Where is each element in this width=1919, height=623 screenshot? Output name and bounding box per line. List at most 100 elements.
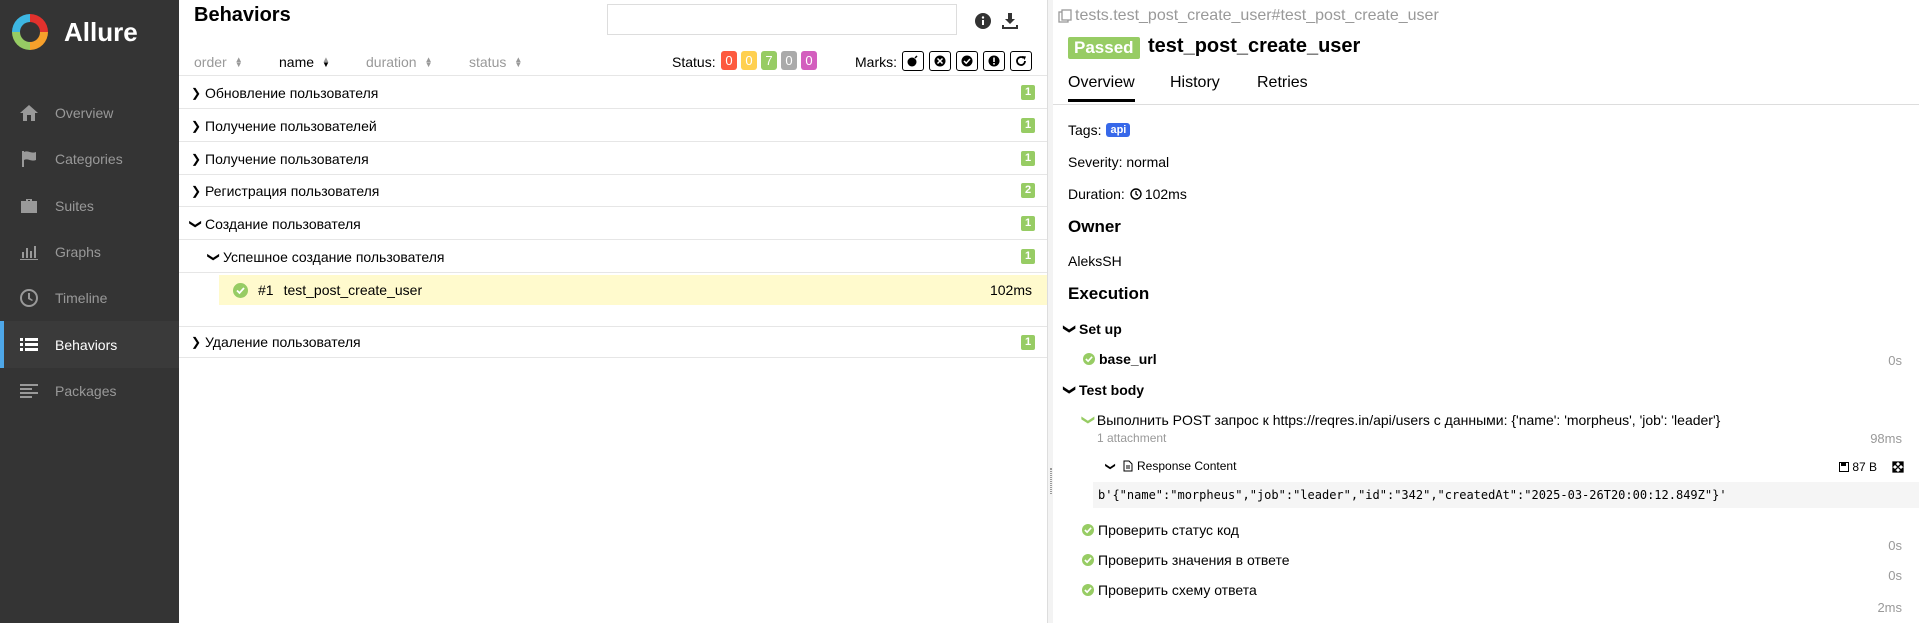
sort-arrows-icon: ▲ ▼ <box>424 55 433 69</box>
briefcase-icon <box>18 196 40 216</box>
step-check-values[interactable]: Проверить значения в ответе <box>1082 552 1290 568</box>
passed-status-icon <box>1083 353 1095 365</box>
save-icon <box>1839 462 1850 472</box>
info-icon[interactable] <box>972 10 994 32</box>
tree-group[interactable]: ❯ Удаление пользователя 1 <box>179 326 1047 358</box>
count-badge: 2 <box>1021 183 1035 198</box>
step-check-status[interactable]: Проверить статус код <box>1082 522 1239 538</box>
brand-name: Allure <box>64 16 138 47</box>
sidebar-item-categories[interactable]: Categories <box>0 136 179 182</box>
tree-group[interactable]: ❯ Обновление пользователя 1 <box>179 77 1047 109</box>
setup-step[interactable]: base_url <box>1083 351 1157 367</box>
status-counter-passed[interactable]: 7 <box>761 51 777 70</box>
new-passed-icon[interactable] <box>956 51 978 71</box>
tree-group[interactable]: ❯ Получение пользователей 1 <box>179 110 1047 142</box>
attachment-size: 87 B <box>1852 460 1877 474</box>
status-counter-skipped[interactable]: 0 <box>781 51 797 70</box>
bar-chart-icon <box>18 242 40 262</box>
chevron-down-icon: ❯ <box>1104 461 1116 471</box>
test-name: test_post_create_user <box>283 282 423 298</box>
attachment-header[interactable]: ❯ Response Content <box>1103 459 1237 473</box>
tree-group-label: Создание пользователя <box>205 215 361 232</box>
sidebar-item-timeline[interactable]: Timeline <box>0 275 179 321</box>
setup-stage[interactable]: ❯ Set up <box>1063 321 1122 337</box>
sidebar-item-suites[interactable]: Suites <box>0 183 179 229</box>
sidebar-item-label: Timeline <box>55 290 108 307</box>
expand-icon[interactable] <box>1892 461 1904 473</box>
tree-group-label: Удаление пользователя <box>205 334 361 350</box>
download-icon[interactable] <box>999 10 1021 32</box>
brand[interactable]: Allure <box>0 0 179 64</box>
sidebar-item-packages[interactable]: Packages <box>0 368 179 414</box>
count-badge: 1 <box>1021 151 1035 166</box>
tree-subgroup-expanded[interactable]: ❯ Успешное создание пользователя 1 <box>179 241 1047 273</box>
sidebar-item-overview[interactable]: Overview <box>0 90 179 136</box>
pane-title: Behaviors <box>194 4 291 26</box>
sidebar: Allure Overview Categories Suites Graphs… <box>0 0 179 623</box>
tab-history[interactable]: History <box>1170 74 1220 92</box>
attachment-count: 1 attachment <box>1097 431 1167 445</box>
tab-retries[interactable]: Retries <box>1257 74 1308 92</box>
retries-icon[interactable] <box>1010 51 1032 71</box>
new-failed-icon[interactable] <box>983 51 1005 71</box>
sort-label: name <box>279 54 315 70</box>
home-icon <box>18 103 40 123</box>
status-counter-broken[interactable]: 0 <box>741 51 757 70</box>
owner-value: AleksSH <box>1068 253 1122 269</box>
step-duration: 0s <box>1888 353 1902 368</box>
chevron-right-icon: ❯ <box>190 118 202 133</box>
test-case-row[interactable]: #1 test_post_create_user 102ms <box>219 275 1047 305</box>
tag-badge[interactable]: api <box>1106 123 1131 137</box>
bomb-icon[interactable] <box>902 51 924 71</box>
tree-group-label: Получение пользователей <box>205 117 377 134</box>
marks-filter-label: Marks: <box>855 54 897 70</box>
tree-group-label: Обновление пользователя <box>205 84 379 101</box>
tree-group[interactable]: ❯ Получение пользователя 1 <box>179 143 1047 175</box>
sort-name[interactable]: name ▲ ▼ <box>279 54 330 70</box>
tab-overview[interactable]: Overview <box>1068 74 1135 102</box>
sidebar-item-graphs[interactable]: Graphs <box>0 229 179 275</box>
step-duration: 0s <box>1888 538 1902 553</box>
tree-group-expanded[interactable]: ❯ Создание пользователя 1 <box>179 208 1047 240</box>
execution-heading: Execution <box>1068 284 1150 303</box>
breadcrumb[interactable]: tests.test_post_create_user#test_post_cr… <box>1058 7 1439 25</box>
step-name: Проверить значения в ответе <box>1098 552 1290 568</box>
status-counter-failed[interactable]: 0 <box>721 51 737 70</box>
test-body-stage[interactable]: ❯ Test body <box>1063 382 1144 398</box>
passed-status-icon <box>1082 524 1094 536</box>
flaky-icon[interactable] <box>929 51 951 71</box>
sidebar-item-behaviors[interactable]: Behaviors <box>0 321 179 368</box>
search-input[interactable] <box>607 4 957 35</box>
tree-group-label: Регистрация пользователя <box>205 182 380 199</box>
align-left-icon <box>18 381 40 401</box>
sort-order[interactable]: order ▲ ▼ <box>194 54 243 70</box>
step-duration: 98ms <box>1870 431 1902 446</box>
count-badge: 1 <box>1021 335 1035 350</box>
sort-arrows-icon: ▲ ▼ <box>322 55 330 69</box>
attachment-content: b'{"name":"morpheus","job":"leader","id"… <box>1093 482 1919 508</box>
flag-icon <box>18 149 40 169</box>
list-icon <box>18 335 40 355</box>
sidebar-item-label: Suites <box>55 197 94 214</box>
sidebar-item-label: Overview <box>55 105 114 122</box>
drag-handle-icon[interactable] <box>1050 468 1052 494</box>
count-badge: 1 <box>1021 85 1035 100</box>
step-name: base_url <box>1099 351 1157 367</box>
sort-status[interactable]: status ▲ ▼ <box>469 54 522 70</box>
duration-label: Duration: <box>1068 186 1125 202</box>
copy-icon[interactable] <box>1058 9 1072 23</box>
chevron-right-icon: ❯ <box>190 85 202 100</box>
sidebar-item-label: Categories <box>55 151 123 168</box>
sort-bar: order ▲ ▼ name ▲ ▼ duration ▲ ▼ status ▲ ▼ Statu… <box>179 48 1047 76</box>
step-post-request[interactable]: ❯ Выполнить POST запрос к https://reqres… <box>1081 412 1720 428</box>
sort-duration[interactable]: duration ▲ ▼ <box>366 54 433 70</box>
passed-status-icon <box>1082 584 1094 596</box>
test-detail-pane: tests.test_post_create_user#test_post_cr… <box>1053 0 1919 623</box>
tree-group[interactable]: ❯ Регистрация пользователя 2 <box>179 175 1047 207</box>
status-filter-label: Status: <box>672 54 716 70</box>
allure-logo-icon <box>12 14 48 50</box>
file-text-icon <box>1123 460 1133 472</box>
step-check-schema[interactable]: Проверить схему ответа <box>1082 582 1257 598</box>
status-counter-unknown[interactable]: 0 <box>801 51 817 70</box>
attachment-size-row: 87 B <box>1839 460 1877 474</box>
